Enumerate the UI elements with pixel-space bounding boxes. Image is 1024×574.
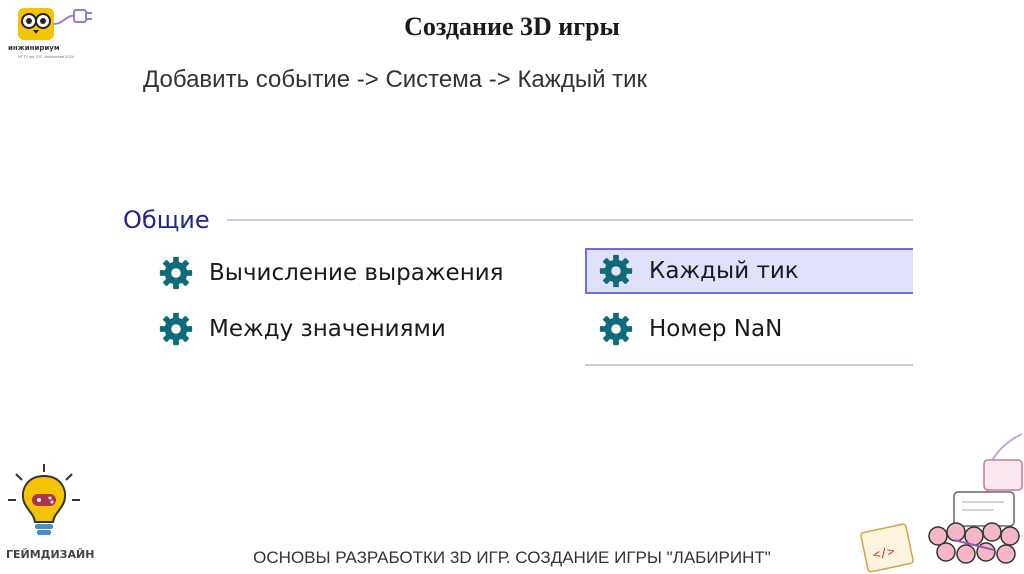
event-item-evaluate-expression[interactable]: Вычисление выражения [157, 250, 577, 296]
event-item-label: Вычисление выражения [209, 260, 504, 286]
slide-title: Создание 3D игры [404, 12, 620, 41]
event-item-between-values[interactable]: Между значениями [157, 306, 577, 352]
event-item-number-nan[interactable]: Номер NaN [585, 306, 913, 366]
event-item-label: Между значениями [209, 316, 446, 342]
gear-icon [599, 312, 633, 346]
section-divider [227, 219, 913, 221]
section-title-general: Общие [123, 206, 210, 234]
gear-icon [159, 312, 193, 346]
logo-brand-text: инжинириум [8, 44, 60, 52]
gear-icon [599, 254, 633, 288]
event-item-every-tick[interactable]: Каждый тик [585, 248, 913, 294]
event-item-label: Каждый тик [649, 258, 799, 284]
event-picker-panel: Общие Вычисление выражения Каждый тик Ме… [115, 198, 913, 370]
logo-tagline: НГТУ им. Р.Е. Алексеева 2024 [17, 54, 75, 59]
event-item-label: Номер NaN [649, 316, 783, 342]
slide-subtitle: Добавить событие -> Система -> Каждый ти… [143, 66, 648, 93]
lightbulb-gamepad-icon [8, 464, 80, 535]
gear-icon [159, 256, 193, 290]
slide-footer: ОСНОВЫ РАЗРАБОТКИ 3D ИГР. СОЗДАНИЕ ИГРЫ … [253, 548, 771, 567]
